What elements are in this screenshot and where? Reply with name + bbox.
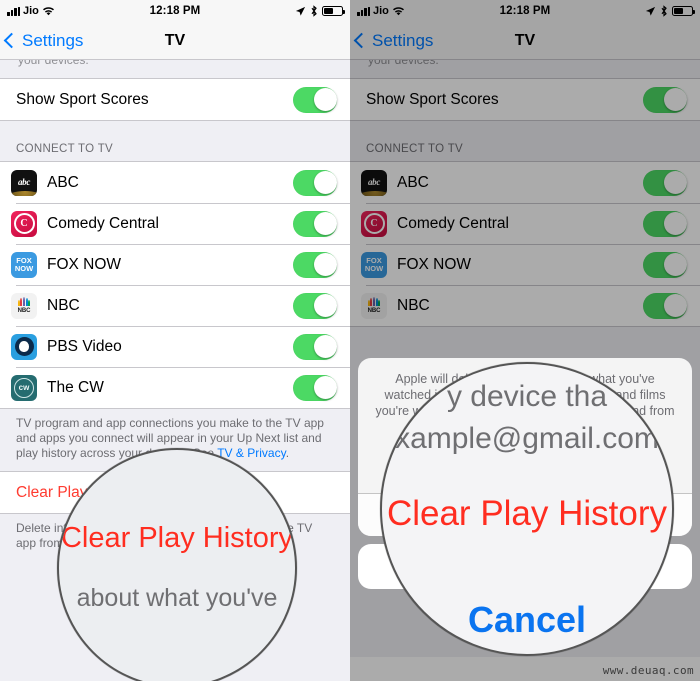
status-bar-left: Jio 12:18 PM [0, 0, 350, 22]
abc-toggle[interactable] [643, 169, 687, 196]
row-app-the-cw[interactable]: cw The CW [0, 367, 350, 409]
nbc-app-icon: NBC [361, 292, 387, 319]
the-cw-app-icon: cw [11, 374, 37, 401]
row-app-comedy-central[interactable]: C Comedy Central [0, 203, 350, 244]
the-cw-toggle[interactable] [293, 374, 337, 401]
left-phone-screen: Jio 12:18 PM Settings TV your devices. S… [0, 0, 350, 681]
page-title: TV [164, 31, 186, 49]
row-label: Show Sport Scores [16, 90, 149, 108]
nav-bar-left: Settings TV [0, 22, 350, 60]
row-label: The CW [47, 378, 104, 396]
magnifier-right: y device tha xample@gmail.com Clear Play… [380, 362, 674, 656]
row-label: FOX NOW [47, 255, 122, 273]
row-label: NBC [397, 296, 430, 314]
magnifier-left-content: Clear Play History about what you've [59, 450, 295, 681]
status-bar-right: Jio 12:18 PM [350, 0, 700, 22]
magnifier-right-blue-text: Cancel [467, 599, 587, 640]
watermark: www.deuaq.com [602, 664, 694, 677]
row-label: Show Sport Scores [366, 90, 499, 108]
nbc-toggle[interactable] [643, 292, 687, 319]
connect-to-tv-header: CONNECT TO TV [350, 121, 700, 161]
row-app-abc[interactable]: abc ABC [350, 161, 700, 203]
bluetooth-icon [661, 5, 667, 17]
abc-toggle[interactable] [293, 169, 337, 196]
nbc-app-icon: NBC [11, 292, 37, 319]
magnifier-left: Clear Play History about what you've [57, 448, 297, 681]
fox-now-app-icon: FOX NOW [11, 251, 37, 278]
magnifier-right-grey-text-mid: xample@gmail.com [395, 422, 659, 455]
pbs-video-toggle[interactable] [293, 333, 337, 360]
comedy-central-app-icon: C [361, 210, 387, 237]
comedy-central-toggle[interactable] [293, 210, 337, 237]
pbs-video-app-icon [11, 333, 37, 360]
magnifier-right-content: y device tha xample@gmail.com Clear Play… [382, 364, 672, 654]
nav-bar-right: Settings TV [350, 22, 700, 60]
row-label: Comedy Central [47, 214, 159, 232]
page-title: TV [514, 31, 536, 49]
right-phone-screen: Jio 12:18 PM Settings TV your devices. S… [350, 0, 700, 681]
comedy-central-app-icon: C [11, 210, 37, 237]
connect-to-tv-header: CONNECT TO TV [0, 121, 350, 161]
row-app-fox-now[interactable]: FOX NOW FOX NOW [0, 244, 350, 285]
row-label: Comedy Central [397, 214, 509, 232]
clipped-footer-text: your devices. [0, 60, 350, 78]
show-sport-scores-toggle[interactable] [293, 86, 337, 113]
row-app-abc[interactable]: abc ABC [0, 161, 350, 203]
bluetooth-icon [311, 5, 317, 17]
row-app-fox-now[interactable]: FOX NOW FOX NOW [350, 244, 700, 285]
screenshot-stage: Jio 12:18 PM Settings TV your devices. S… [0, 0, 700, 681]
abc-app-icon: abc [361, 169, 387, 196]
row-app-comedy-central[interactable]: C Comedy Central [350, 203, 700, 244]
row-label: ABC [47, 173, 79, 191]
abc-app-icon: abc [11, 169, 37, 196]
location-arrow-icon [295, 6, 306, 16]
fox-now-toggle[interactable] [643, 251, 687, 278]
magnifier-left-grey-text: about what you've [76, 584, 278, 612]
comedy-central-toggle[interactable] [643, 210, 687, 237]
battery-icon [672, 6, 695, 16]
location-arrow-icon [645, 6, 656, 16]
row-label: PBS Video [47, 337, 122, 355]
nbc-toggle[interactable] [293, 292, 337, 319]
fox-now-app-icon: FOX NOW [361, 251, 387, 278]
show-sport-scores-toggle[interactable] [643, 86, 687, 113]
magnifier-left-red-text: Clear Play History [60, 522, 294, 554]
clipped-footer-text: your devices. [350, 60, 700, 78]
row-show-sport-scores[interactable]: Show Sport Scores [0, 78, 350, 121]
fox-now-toggle[interactable] [293, 251, 337, 278]
row-app-nbc[interactable]: NBC NBC [350, 285, 700, 327]
row-label: FOX NOW [397, 255, 472, 273]
row-label: NBC [47, 296, 80, 314]
row-label: ABC [397, 173, 429, 191]
magnifier-right-red-text: Clear Play History [386, 494, 668, 533]
row-show-sport-scores[interactable]: Show Sport Scores [350, 78, 700, 121]
battery-icon [322, 6, 345, 16]
magnifier-right-grey-text-top: y device tha [446, 380, 608, 413]
status-bar-right-group [295, 5, 345, 17]
row-app-pbs-video[interactable]: PBS Video [0, 326, 350, 367]
status-bar-right-group [645, 5, 695, 17]
row-app-nbc[interactable]: NBC NBC [0, 285, 350, 326]
